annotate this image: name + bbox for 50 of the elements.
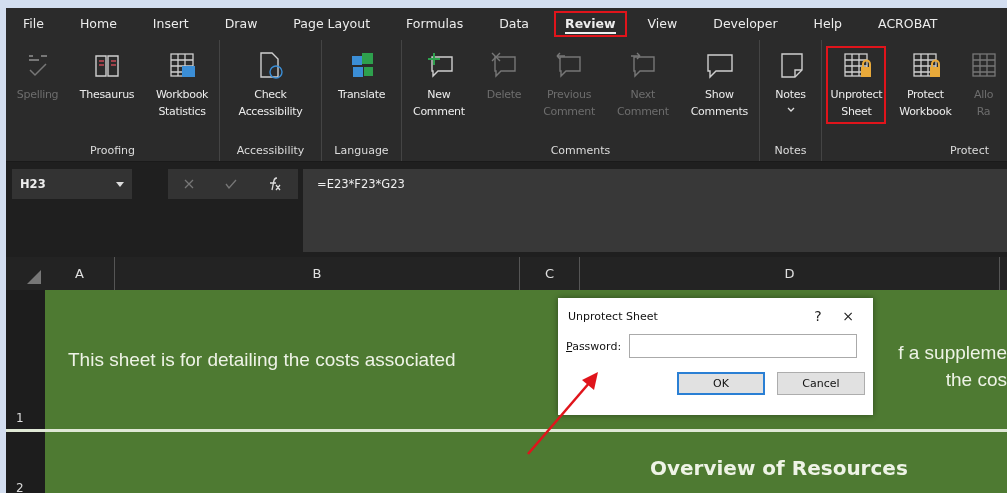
- ribbon-tab[interactable]: Help: [802, 11, 854, 37]
- dialog-button[interactable]: Cancel: [777, 372, 865, 395]
- cancel-icon[interactable]: [183, 179, 194, 189]
- dialog-title: Unprotect Sheet: [568, 309, 659, 323]
- ribbon-tab[interactable]: Insert: [141, 11, 200, 37]
- check-icon[interactable]: [225, 179, 237, 189]
- ribbon-button[interactable]: Thesaurus: [75, 46, 139, 107]
- ribbon-tab[interactable]: Draw: [213, 11, 269, 37]
- ribbon-button[interactable]: Translate: [333, 46, 390, 107]
- formula-field[interactable]: =E23*F23*G23: [303, 169, 1007, 252]
- ribbon-tab[interactable]: Home: [68, 11, 128, 37]
- ribbon-button[interactable]: Protect Workbook: [895, 46, 956, 124]
- ribbon-tab[interactable]: Formulas: [395, 11, 475, 37]
- group-label: Comments: [549, 144, 612, 157]
- function-icon[interactable]: [268, 177, 283, 191]
- sheet-lock-icon: [841, 50, 872, 80]
- section-heading: Overview of Resources: [650, 455, 908, 480]
- ribbon-tab[interactable]: View: [636, 11, 689, 37]
- row-number[interactable]: 2: [6, 432, 45, 493]
- ribbon-tab[interactable]: File: [12, 11, 55, 37]
- sheet-lock-icon: [910, 50, 941, 80]
- ribbon-button[interactable]: Unprotect Sheet: [826, 46, 887, 124]
- row-number[interactable]: 1: [6, 290, 45, 429]
- ribbon-tab[interactable]: Review: [554, 11, 627, 37]
- ribbon-button[interactable]: Notes: [771, 46, 810, 117]
- ribbon-tab[interactable]: Developer: [702, 11, 789, 37]
- field-label: Password:: [566, 339, 622, 353]
- dialog-button[interactable]: OK: [677, 372, 765, 395]
- table-icon: [167, 50, 198, 80]
- help-button[interactable]: ?: [803, 308, 833, 324]
- ribbon-button[interactable]: Workbook Statistics: [151, 46, 213, 124]
- caret-icon: [116, 181, 124, 187]
- close-button[interactable]: ×: [833, 308, 863, 324]
- ribbon-button[interactable]: Show Comments: [686, 46, 752, 124]
- cell-text: the cos: [945, 367, 1007, 392]
- cell-text: This sheet is for detailing the costs associated: [68, 348, 456, 371]
- group-label: Protect: [949, 144, 990, 157]
- group-label: Proofing: [88, 144, 137, 157]
- ribbon-tab[interactable]: Page Layout: [282, 11, 382, 37]
- ribbon-tab[interactable]: ACROBAT: [867, 11, 949, 37]
- group-label: Language: [333, 144, 390, 157]
- ribbon-button[interactable]: Check Accessibility: [234, 46, 307, 124]
- ribbon-tab[interactable]: Data: [488, 11, 540, 37]
- ribbon-button[interactable]: New Comment: [409, 46, 469, 124]
- password-field[interactable]: [629, 334, 858, 358]
- name-box[interactable]: H23: [12, 169, 132, 199]
- select-all-icon[interactable]: [27, 270, 41, 284]
- group-label: Accessibility: [235, 144, 306, 157]
- group-label: Notes: [773, 144, 808, 157]
- cell-text: f a suppleme: [898, 340, 1007, 365]
